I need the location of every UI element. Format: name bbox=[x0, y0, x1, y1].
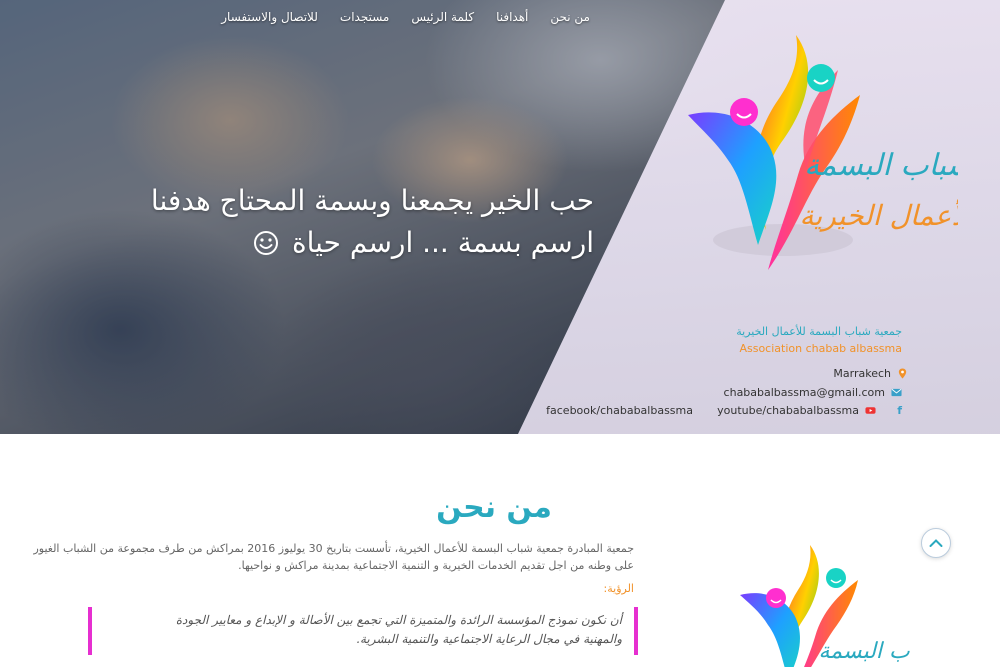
vision-line-1: أن نكون نموذج المؤسسة الرائدة والمتميزة … bbox=[175, 613, 622, 627]
facebook-icon[interactable]: f bbox=[897, 404, 902, 417]
nav-item-news[interactable]: مستجدات bbox=[340, 10, 389, 28]
contact-email[interactable]: chababalbassma@gmail.com bbox=[724, 386, 902, 399]
top-nav: من نحن أهدافنا كلمة الرئيس مستجدات للاتص… bbox=[210, 10, 590, 28]
logo-text-top: شباب البسمة bbox=[804, 148, 958, 183]
hero-line-2: ارسم بسمة ... ارسم حياة bbox=[151, 222, 594, 264]
nav-item-goals[interactable]: أهدافنا bbox=[496, 10, 528, 28]
map-marker-icon bbox=[898, 368, 907, 379]
nav-item-about[interactable]: من نحن bbox=[550, 10, 590, 28]
contact-facebook[interactable]: facebook/chababalbassma bbox=[546, 404, 693, 417]
email-label[interactable]: chababalbassma@gmail.com bbox=[724, 386, 885, 399]
about-logo-text: شباب البسمة bbox=[818, 639, 910, 664]
smiley-icon bbox=[254, 231, 279, 255]
youtube-label[interactable]: youtube/chababalbassma bbox=[717, 404, 859, 417]
chevron-up-icon bbox=[929, 539, 943, 547]
city-label: Marrakech bbox=[833, 367, 891, 380]
contact-city: Marrakech bbox=[833, 367, 908, 380]
vision-label: الرؤية: bbox=[603, 582, 634, 595]
about-logo: شباب البسمة bbox=[740, 545, 910, 667]
youtube-icon bbox=[865, 407, 876, 414]
logo-text-bottom: للأعمال الخيرية bbox=[800, 198, 959, 232]
facebook-label[interactable]: facebook/chababalbassma bbox=[546, 404, 693, 417]
scroll-top-button[interactable] bbox=[921, 528, 951, 558]
hero-line-2-text: ارسم بسمة ... ارسم حياة bbox=[291, 226, 594, 259]
hero-headline: حب الخير يجمعنا وبسمة المحتاج هدفنا ارسم… bbox=[151, 180, 594, 264]
about-title: من نحن bbox=[436, 490, 552, 525]
vision-quote: أن نكون نموذج المؤسسة الرائدة والمتميزة … bbox=[88, 607, 638, 655]
contact-youtube[interactable]: youtube/chababalbassma bbox=[717, 404, 876, 417]
hero-line-1: حب الخير يجمعنا وبسمة المحتاج هدفنا bbox=[150, 184, 594, 217]
nav-item-president-word[interactable]: كلمة الرئيس bbox=[411, 10, 474, 28]
brand-logo: شباب البسمة للأعمال الخيرية bbox=[688, 35, 959, 270]
envelope-icon bbox=[891, 388, 902, 397]
about-text: جمعية المبادرة جمعية شباب البسمة للأعمال… bbox=[33, 542, 634, 572]
org-name-english: Association chabab albassma bbox=[739, 342, 902, 355]
nav-item-contact[interactable]: للاتصال والاستفسار bbox=[221, 10, 318, 28]
org-name-arabic: جمعية شباب البسمة للأعمال الخيرية bbox=[736, 325, 902, 338]
vision-line-2: والمهنية في مجال الرعاية الاجتماعية والت… bbox=[356, 632, 622, 646]
